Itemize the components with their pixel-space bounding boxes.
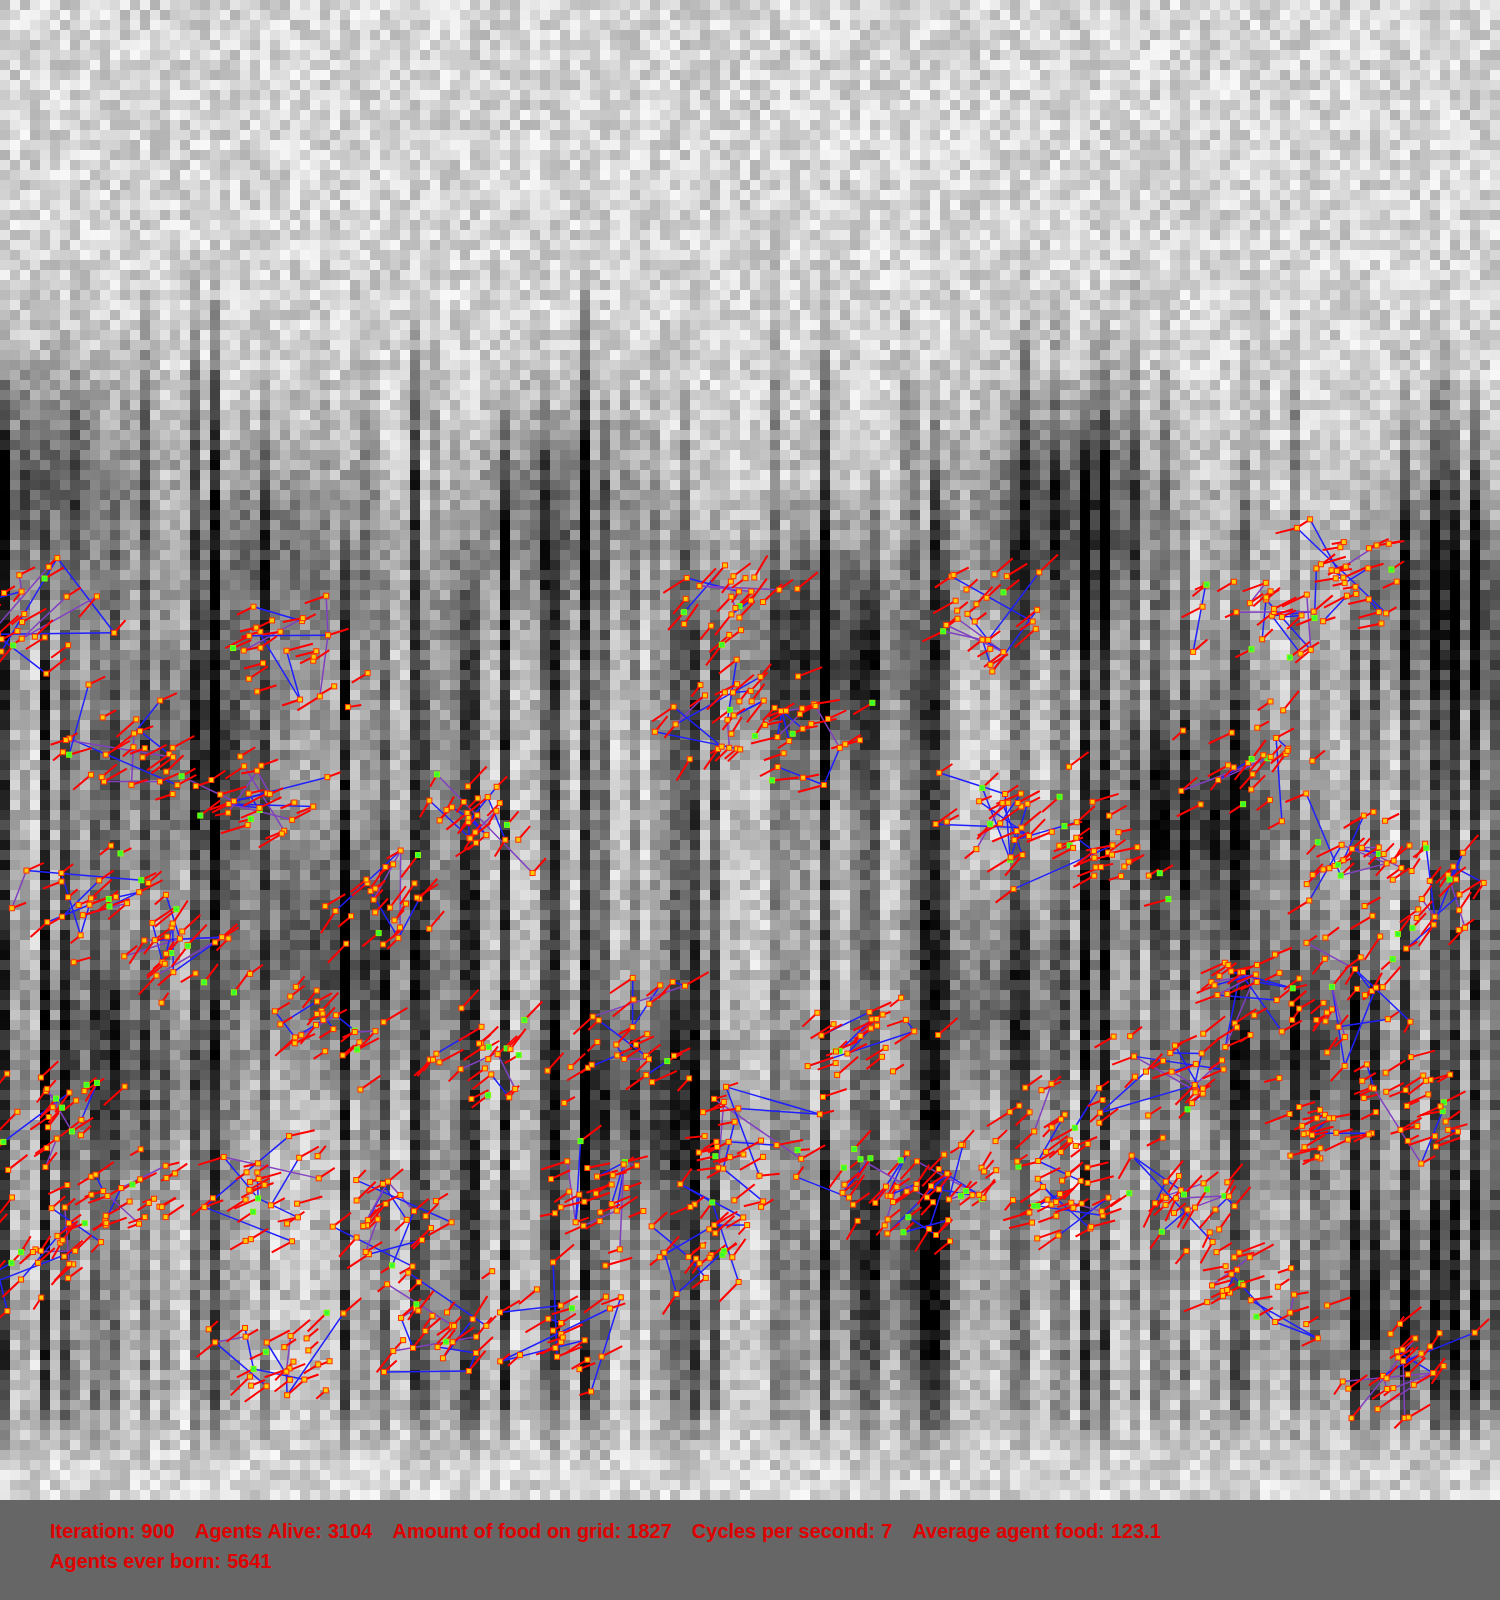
- stat-value: 900: [142, 1518, 175, 1544]
- stat-value: 5641: [227, 1548, 272, 1574]
- status-stat: Agents ever born:5641: [50, 1548, 272, 1574]
- world-canvas: [0, 0, 1500, 1500]
- agents: [0, 517, 1500, 1428]
- stat-value: 123.1: [1111, 1518, 1161, 1544]
- status-stat: Average agent food:123.1: [912, 1518, 1161, 1544]
- stat-value: 1827: [627, 1518, 672, 1544]
- status-stat: Iteration:900: [50, 1518, 175, 1544]
- stat-label: Agents ever born:: [50, 1548, 221, 1574]
- status-line: Iteration:900 Agents Alive:3104 Amount of …: [50, 1518, 1450, 1544]
- stat-label: Agents Alive:: [195, 1518, 322, 1544]
- stat-value: 3104: [328, 1518, 373, 1544]
- status-line: Agents ever born:5641: [50, 1548, 1450, 1574]
- status-stat: Amount of food on grid:1827: [393, 1518, 672, 1544]
- stat-value: 7: [881, 1518, 892, 1544]
- status-stat: Agents Alive:3104: [195, 1518, 373, 1544]
- stat-label: Average agent food:: [912, 1518, 1105, 1544]
- stat-label: Iteration:: [50, 1518, 136, 1544]
- simulation-app: Iteration:900 Agents Alive:3104 Amount of …: [0, 0, 1500, 1600]
- stat-label: Amount of food on grid:: [393, 1518, 622, 1544]
- status-bar: Iteration:900 Agents Alive:3104 Amount of …: [0, 1500, 1500, 1600]
- status-stat: Cycles per second:7: [692, 1518, 893, 1544]
- stat-label: Cycles per second:: [692, 1518, 875, 1544]
- food-grid: [0, 0, 1500, 1500]
